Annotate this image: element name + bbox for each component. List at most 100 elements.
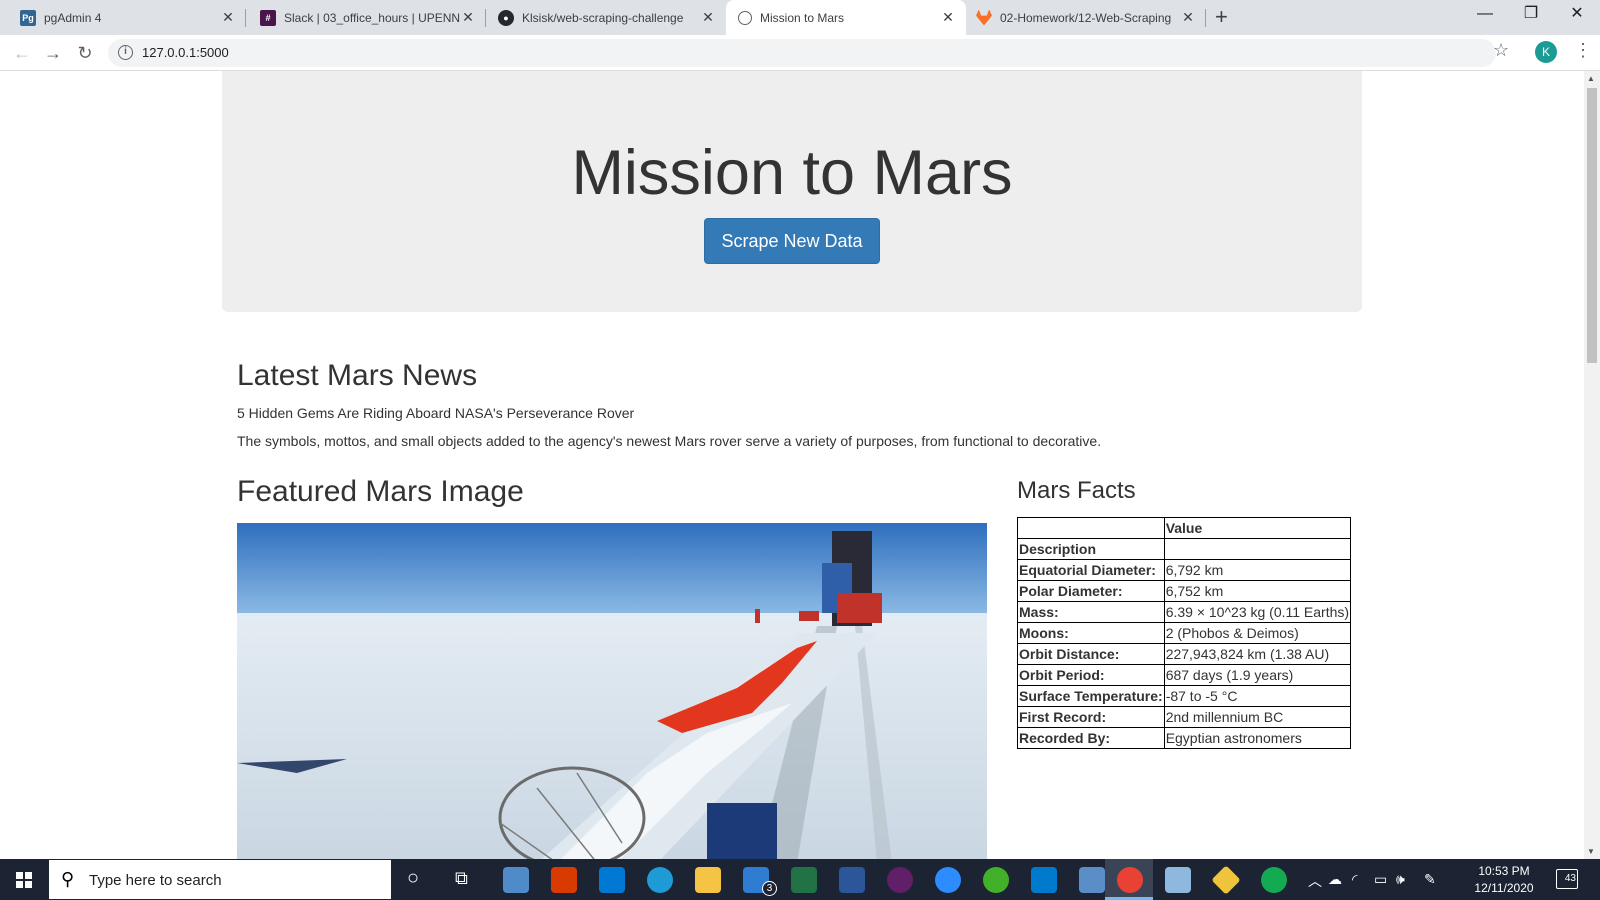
table-row: Surface Temperature: -87 to -5 °C [1017,685,1352,707]
tab-slack[interactable]: # Slack | 03_office_hours | UPENN- ✕ [246,0,486,35]
scroll-down-icon[interactable]: ▼ [1587,847,1595,856]
system-clock[interactable]: 10:53 PM 12/11/2020 [1466,863,1542,897]
page-title: Mission to Mars [571,138,1013,208]
edge-icon[interactable] [647,867,673,893]
table-row: Mass: 6.39 × 10^23 kg (0.11 Earths) [1017,601,1352,623]
fact-label: Recorded By: [1017,727,1165,749]
jumbotron: Mission to Mars Scrape New Data [222,71,1362,312]
clock-time: 10:53 PM [1478,864,1530,878]
table-row: Recorded By: Egyptian astronomers [1017,727,1352,749]
fact-value: 2nd millennium BC [1163,706,1352,728]
fact-value: Egyptian astronomers [1163,727,1352,749]
close-icon[interactable]: ✕ [1180,9,1196,26]
close-icon[interactable]: ✕ [460,9,476,26]
news-paragraph: The symbols, mottos, and small objects a… [237,433,1102,449]
scroll-up-icon[interactable]: ▲ [1587,74,1595,83]
git-kraken-icon[interactable] [1211,865,1241,895]
clock-date: 12/11/2020 [1474,881,1534,895]
reload-icon[interactable]: ↻ [73,41,97,65]
microsoft-store-icon[interactable] [599,867,625,893]
volume-icon[interactable]: 🕪 [1396,871,1405,888]
excel-icon[interactable] [791,867,817,893]
featured-image-illustration [237,523,987,859]
bookmark-star-icon[interactable]: ☆ [1493,40,1509,61]
forward-arrow-icon[interactable]: → [41,41,65,65]
close-icon[interactable]: ✕ [220,9,236,26]
fact-label: Moons: [1017,622,1165,644]
fact-label: First Record: [1017,706,1165,728]
menu-kebab-icon[interactable]: ⋮ [1574,40,1592,61]
cortana-icon[interactable]: ○ [407,867,419,890]
tab-separator [1205,9,1206,27]
close-window-icon[interactable]: ✕ [1554,0,1600,30]
table-row: Polar Diameter: 6,752 km [1017,580,1352,602]
notepad-icon[interactable] [1165,867,1191,893]
notification-center-icon[interactable]: 43 [1556,869,1578,889]
task-view-icon[interactable]: ⧉ [455,868,468,889]
python-folder-icon[interactable] [1079,867,1105,893]
slack-app-icon[interactable] [887,867,913,893]
chrome-icon[interactable] [1117,867,1143,893]
office-icon[interactable] [551,867,577,893]
tab-pgadmin[interactable]: Pg pgAdmin 4 ✕ [0,0,246,35]
news-heading: Latest Mars News [237,359,478,392]
vertical-scrollbar[interactable]: ▲ ▼ [1584,71,1600,859]
notification-count: 43 [1564,873,1576,884]
fact-value: 6,752 km [1163,580,1352,602]
tab-mission-to-mars[interactable]: Mission to Mars ✕ [726,0,966,35]
close-icon[interactable]: ✕ [700,9,716,26]
fact-label: Orbit Period: [1017,664,1165,686]
zoom-icon[interactable] [935,867,961,893]
table-corner-cell [1017,517,1165,539]
chevron-up-icon[interactable]: ︿ [1308,871,1322,891]
new-tab-icon[interactable]: + [1215,4,1228,30]
fact-label: Polar Diameter: [1017,580,1165,602]
restore-icon[interactable]: ❐ [1508,0,1554,30]
tab-title: pgAdmin 4 [44,10,102,25]
mongodb-icon[interactable] [1261,867,1287,893]
start-button[interactable] [0,859,48,900]
table-cell [1163,538,1352,560]
windows-taskbar: ⚲ Type here to search ○ ⧉ 3 ︿ ☁ ◜ ▭ 🕪 ✎ … [0,859,1600,900]
scrollbar-thumb[interactable] [1587,88,1597,363]
url-text[interactable]: 127.0.0.1:5000 [142,45,229,60]
tab-strip: Pg pgAdmin 4 ✕ # Slack | 03_office_hours… [0,0,1600,35]
address-bar[interactable]: i 127.0.0.1:5000 [108,39,1496,67]
tab-gitlab[interactable]: 02-Homework/12-Web-Scraping ✕ [966,0,1206,35]
browser-toolbar: ← → ↻ i 127.0.0.1:5000 [0,35,1600,71]
slack-icon: # [260,9,276,26]
minimize-icon[interactable]: — [1462,0,1508,30]
refresh-app-icon[interactable] [983,867,1009,893]
page-viewport: Mission to Mars Scrape New Data Latest M… [0,71,1584,859]
search-placeholder: Type here to search [89,872,222,889]
pgadmin-icon: Pg [20,9,36,26]
back-arrow-icon[interactable]: ← [10,41,34,65]
word-icon[interactable] [839,867,865,893]
file-explorer-icon[interactable] [695,867,721,893]
windows-logo-icon [16,872,32,888]
fact-value: 2 (Phobos & Deimos) [1163,622,1352,644]
table-row: Equatorial Diameter: 6,792 km [1017,559,1352,581]
tab-github[interactable]: ● Klsisk/web-scraping-challenge ✕ [486,0,726,35]
featured-mars-image [237,523,987,859]
table-row: Orbit Period: 687 days (1.9 years) [1017,664,1352,686]
scrape-new-data-button[interactable]: Scrape New Data [704,218,880,264]
close-icon[interactable]: ✕ [940,9,956,26]
table-row: Orbit Distance: 227,943,824 km (1.38 AU) [1017,643,1352,665]
fact-value: 6.39 × 10^23 kg (0.11 Earths) [1163,601,1352,623]
onedrive-icon[interactable]: ☁ [1328,871,1342,888]
tab-title: Klsisk/web-scraping-challenge [522,10,684,25]
search-icon: ⚲ [61,869,75,889]
fact-value: 6,792 km [1163,559,1352,581]
wifi-icon[interactable]: ◜ [1352,871,1357,888]
pen-icon[interactable]: ✎ [1424,871,1436,888]
table-row: Moons: 2 (Phobos & Deimos) [1017,622,1352,644]
mars-facts-heading: Mars Facts [1017,477,1136,504]
file-manager-python-icon[interactable] [503,867,529,893]
taskbar-search-box[interactable]: ⚲ Type here to search [48,859,392,900]
battery-icon[interactable]: ▭ [1374,871,1387,888]
vscode-icon[interactable] [1031,867,1057,893]
site-info-icon[interactable]: i [118,45,133,60]
profile-avatar[interactable]: K [1535,41,1557,63]
mars-facts-table: Value Description Equatorial Diameter: 6,… [1017,517,1352,749]
